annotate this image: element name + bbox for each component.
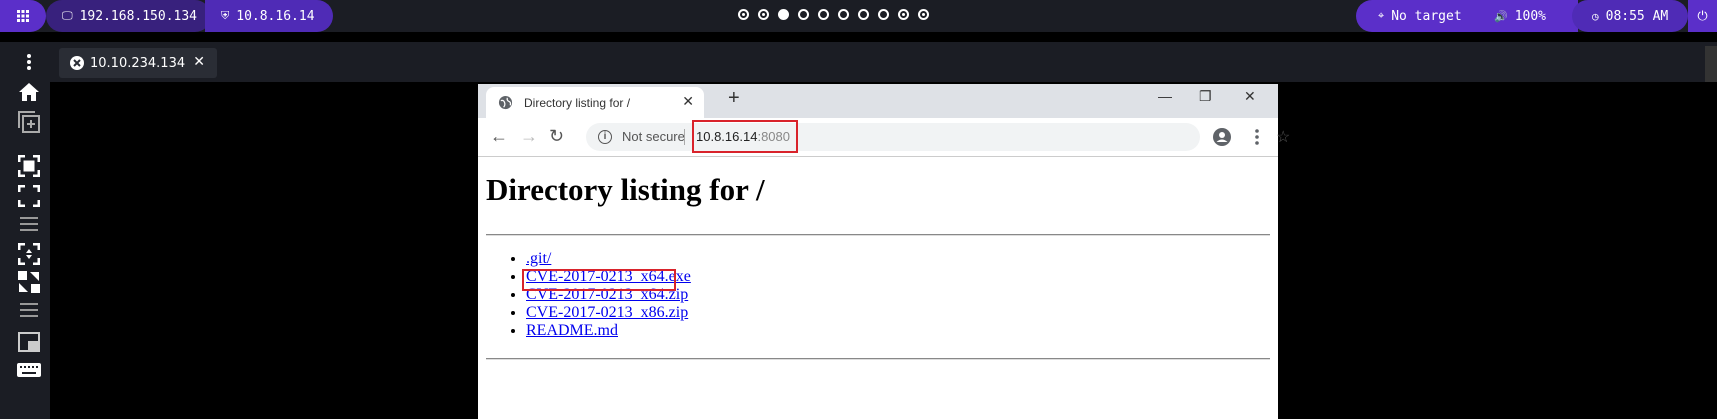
crosshair-icon: ⌖ xyxy=(1378,9,1385,22)
window-close-icon[interactable]: ✕ xyxy=(1244,88,1256,105)
browser-window: Directory listing for / ✕ + — ❐ ✕ ← → ↻ … xyxy=(478,84,1290,419)
clock-pill[interactable]: ◷ 08:55 AM xyxy=(1572,0,1688,32)
workspace-switcher xyxy=(738,9,929,20)
browser-tab-strip: Directory listing for / ✕ + — ❐ ✕ xyxy=(478,84,1278,118)
file-link[interactable]: CVE-2017-0213_x86.zip xyxy=(526,304,688,321)
new-tab-icon[interactable] xyxy=(16,110,42,134)
workspace-dot[interactable] xyxy=(918,9,929,20)
file-list: .git/CVE-2017-0213_x64.exeCVE-2017-0213_… xyxy=(486,250,691,340)
workspace-dot[interactable] xyxy=(858,9,869,20)
machine-ip-label: 192.168.150.134 xyxy=(79,8,198,24)
workspace-dot[interactable] xyxy=(778,9,789,20)
restore-icon[interactable]: ❐ xyxy=(1199,88,1212,105)
clock-icon: ◷ xyxy=(1592,9,1599,23)
workspace-dot[interactable] xyxy=(818,9,829,20)
vpn-ip-pill[interactable]: ⛨ 10.8.16.14 xyxy=(205,0,333,32)
sidebar xyxy=(0,42,50,419)
page-content: Directory listing for / xyxy=(486,172,1270,208)
keyboard-icon[interactable] xyxy=(16,358,42,382)
workspace-dot[interactable] xyxy=(758,9,769,20)
account-icon[interactable] xyxy=(1213,128,1231,146)
browser-menu-icon[interactable] xyxy=(1255,129,1259,145)
divider-top xyxy=(486,234,1270,236)
page-heading: Directory listing for / xyxy=(486,172,765,207)
home-icon[interactable] xyxy=(16,80,42,104)
menu-lines-icon[interactable] xyxy=(16,212,42,236)
workspace-dot[interactable] xyxy=(898,9,909,20)
not-secure-label: Not secure xyxy=(622,129,685,144)
picture-in-picture-icon[interactable] xyxy=(16,330,42,354)
monitor-icon: 🖵 xyxy=(62,9,73,22)
close-icon[interactable]: ✕ xyxy=(682,93,694,110)
vpn-ip-label: 10.8.16.14 xyxy=(236,8,315,24)
session-tab-label: 10.10.234.134 xyxy=(90,55,186,71)
workspace-dot[interactable] xyxy=(838,9,849,20)
workspace-dot[interactable] xyxy=(738,9,749,20)
target-pill[interactable]: ⌖ No target xyxy=(1356,0,1484,32)
url-highlight-box xyxy=(692,120,798,153)
power-icon: ⏻ xyxy=(1697,8,1708,24)
divider-bottom xyxy=(486,358,1270,360)
file-link[interactable]: README.md xyxy=(526,322,618,339)
apps-grid-button[interactable] xyxy=(0,0,46,32)
workspace-dot[interactable] xyxy=(878,9,889,20)
session-tab[interactable]: 10.10.234.134 ✕ xyxy=(59,48,217,78)
browser-toolbar: ← → ↻ i Not secure 10.8.16.14:8080 ☆ xyxy=(478,118,1290,157)
globe-icon xyxy=(498,95,513,110)
new-tab-button[interactable]: + xyxy=(728,87,740,110)
fit-screen-icon[interactable] xyxy=(16,242,42,266)
session-tab-strip xyxy=(50,42,1717,82)
menu-lines-icon-2[interactable] xyxy=(16,298,42,322)
close-circle-icon xyxy=(70,56,84,70)
focus-icon[interactable] xyxy=(16,154,42,178)
reload-icon[interactable]: ↻ xyxy=(549,126,564,147)
file-highlight-box xyxy=(522,269,676,291)
browser-tab[interactable]: Directory listing for / ✕ xyxy=(486,87,704,118)
site-info[interactable]: i Not secure xyxy=(598,129,685,144)
grid-icon xyxy=(17,10,29,22)
scrollbar[interactable] xyxy=(1705,46,1717,82)
file-link[interactable]: .git/ xyxy=(526,250,551,267)
list-item: CVE-2017-0213_x86.zip xyxy=(526,304,691,322)
address-bar[interactable]: i Not secure 10.8.16.14:8080 ☆ xyxy=(586,123,1290,151)
info-icon: i xyxy=(598,129,612,144)
bookmark-star-icon[interactable]: ☆ xyxy=(1276,127,1290,147)
workspace-dot[interactable] xyxy=(798,9,809,20)
machine-ip-pill[interactable]: 🖵 192.168.150.134 xyxy=(46,0,211,32)
list-item: .git/ xyxy=(526,250,691,268)
power-button[interactable]: ⏻ xyxy=(1688,0,1717,32)
forward-icon[interactable]: → xyxy=(520,126,538,147)
shield-icon: ⛨ xyxy=(221,9,230,22)
kebab-menu-icon[interactable] xyxy=(16,50,42,74)
close-icon[interactable]: ✕ xyxy=(193,54,205,70)
divider xyxy=(684,129,685,145)
clock-label: 08:55 AM xyxy=(1605,8,1669,24)
fullscreen-icon[interactable] xyxy=(16,184,42,208)
volume-pill[interactable]: 🔊 100% xyxy=(1478,0,1578,32)
exit-fullscreen-icon[interactable] xyxy=(16,270,42,294)
browser-tab-title: Directory listing for / xyxy=(524,95,631,110)
speaker-icon: 🔊 xyxy=(1494,9,1508,23)
volume-label: 100% xyxy=(1514,8,1547,24)
back-icon[interactable]: ← xyxy=(490,126,508,147)
minimize-icon[interactable]: — xyxy=(1158,88,1172,104)
target-label: No target xyxy=(1391,8,1462,24)
list-item: README.md xyxy=(526,322,691,340)
